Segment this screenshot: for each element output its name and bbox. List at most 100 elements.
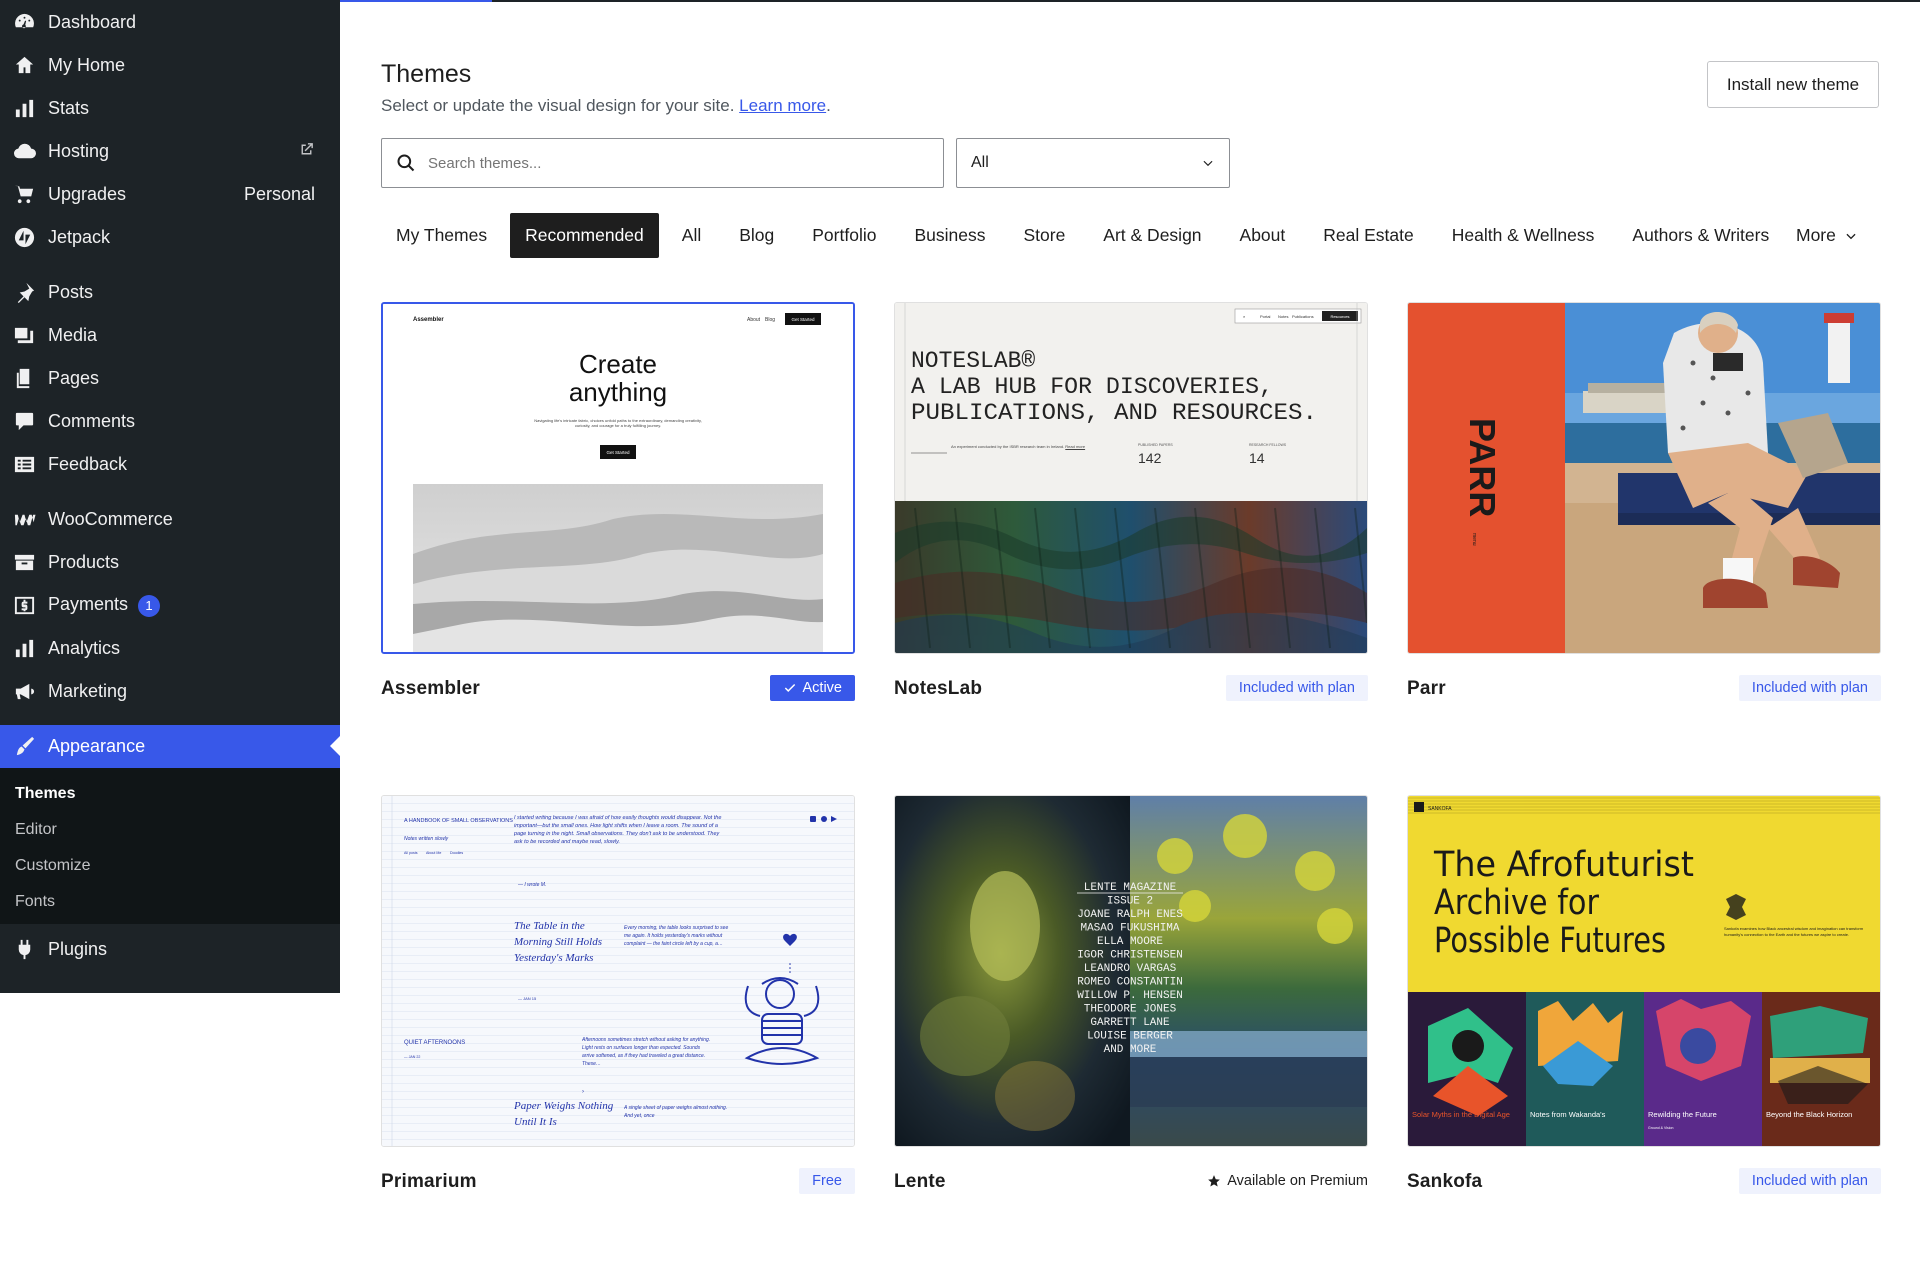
tab-authors-writers[interactable]: Authors & Writers bbox=[1617, 213, 1784, 258]
primarium-intro: I started writing because I was afraid o… bbox=[514, 815, 722, 845]
tab-art-design[interactable]: Art & Design bbox=[1088, 213, 1216, 258]
sidebar-item-hosting[interactable]: Hosting bbox=[0, 130, 340, 173]
submenu-item-editor[interactable]: Editor bbox=[0, 812, 340, 848]
primarium-section2-date: — JAN 22 bbox=[404, 1055, 420, 1059]
install-new-theme-button[interactable]: Install new theme bbox=[1707, 61, 1879, 108]
jetpack-icon bbox=[0, 216, 48, 259]
sidebar-item-feedback[interactable]: Feedback bbox=[0, 443, 340, 486]
feedback-icon bbox=[0, 443, 48, 486]
submenu-item-fonts[interactable]: Fonts bbox=[0, 884, 340, 920]
theme-name: Sankofa bbox=[1407, 1171, 1483, 1192]
tab-blog[interactable]: Blog bbox=[724, 213, 789, 258]
lente-line-3: JOANE RALPH ENES bbox=[1077, 909, 1183, 921]
primarium-post1-date: — JAN 15 bbox=[518, 996, 537, 1001]
tab-recommended[interactable]: Recommended bbox=[510, 213, 659, 258]
sidebar-item-label: Stats bbox=[48, 98, 90, 118]
sankofa-tile-3: Rewilding the Future bbox=[1648, 1110, 1717, 1119]
primarium-post3-excerpt: A single sheet of paper weighs almost no… bbox=[624, 1105, 728, 1119]
theme-preview-sankofa[interactable]: SANKOFA The Afrofuturist Archive for Pos… bbox=[1407, 795, 1881, 1147]
premium-badge: Available on Premium bbox=[1207, 1168, 1368, 1194]
tab-business[interactable]: Business bbox=[899, 213, 1000, 258]
noteslab-note-link: Read more bbox=[1065, 444, 1086, 449]
badge-label: Available on Premium bbox=[1227, 1173, 1368, 1189]
theme-filter-select[interactable]: All bbox=[956, 138, 1230, 188]
noteslab-stat1: 142 bbox=[1138, 450, 1162, 466]
sankofa-preview-art: SANKOFA The Afrofuturist Archive for Pos… bbox=[1408, 796, 1880, 1146]
category-tabs: My Themes Recommended All Blog Portfolio… bbox=[381, 213, 1792, 258]
sidebar-item-media[interactable]: Media bbox=[0, 314, 340, 357]
sidebar-item-label: Payments 1 bbox=[48, 594, 340, 617]
theme-preview-lente[interactable]: LENTE MAGAZINE ISSUE 2 JOANE RALPH ENES … bbox=[894, 795, 1368, 1147]
tab-all[interactable]: All bbox=[667, 213, 716, 258]
tab-more[interactable]: More bbox=[1796, 213, 1858, 258]
sidebar-item-appearance[interactable]: Appearance bbox=[0, 725, 340, 768]
sankofa-tile-1: Solar Myths in the Digital Age bbox=[1412, 1110, 1510, 1119]
noteslab-title-2: A LAB HUB FOR DISCOVERIES, bbox=[911, 374, 1273, 400]
sidebar-item-posts[interactable]: Posts bbox=[0, 271, 340, 314]
assembler-body: Navigating life's intricate fabric, choi… bbox=[534, 418, 702, 428]
comment-icon bbox=[0, 400, 48, 443]
sidebar-item-my-home[interactable]: My Home bbox=[0, 44, 340, 87]
tab-health-wellness[interactable]: Health & Wellness bbox=[1437, 213, 1610, 258]
media-icon bbox=[0, 314, 48, 357]
lente-line-7: LEANDRO VARGAS bbox=[1084, 963, 1177, 975]
sidebar-item-dashboard[interactable]: Dashboard bbox=[0, 1, 340, 44]
search-input[interactable] bbox=[428, 154, 908, 172]
assembler-nav-cta: Get Started bbox=[791, 317, 815, 322]
tab-my-themes[interactable]: My Themes bbox=[381, 213, 502, 258]
theme-name: Parr bbox=[1407, 678, 1446, 699]
parr-menu: menu bbox=[1471, 533, 1477, 546]
search-field[interactable] bbox=[381, 138, 944, 188]
submenu-item-customize[interactable]: Customize bbox=[0, 848, 340, 884]
sidebar-item-label: Hosting bbox=[48, 141, 110, 161]
tab-real-estate[interactable]: Real Estate bbox=[1308, 213, 1428, 258]
loading-progress bbox=[340, 0, 492, 2]
assembler-nav-about: About bbox=[747, 317, 761, 323]
sidebar-item-products[interactable]: Products bbox=[0, 541, 340, 584]
sidebar-item-marketing[interactable]: Marketing bbox=[0, 670, 340, 713]
learn-more-link[interactable]: Learn more bbox=[739, 96, 826, 115]
sidebar-item-comments[interactable]: Comments bbox=[0, 400, 340, 443]
plan-label: Personal bbox=[243, 184, 315, 204]
sidebar-item-jetpack[interactable]: Jetpack bbox=[0, 216, 340, 259]
sidebar-item-payments[interactable]: Payments 1 bbox=[0, 584, 340, 627]
tab-about[interactable]: About bbox=[1225, 213, 1301, 258]
free-badge: Free bbox=[799, 1168, 855, 1194]
paintbrush-icon bbox=[0, 725, 48, 768]
tab-portfolio[interactable]: Portfolio bbox=[797, 213, 891, 258]
theme-preview-noteslab[interactable]: ⌕ Portal Notes Publications Resources NO… bbox=[894, 302, 1368, 654]
theme-preview-assembler[interactable]: Assembler About Blog Get Started Create … bbox=[381, 302, 855, 654]
parr-logo: PARR bbox=[1462, 418, 1503, 517]
svg-text:⌕: ⌕ bbox=[1243, 314, 1245, 319]
plan-badge: Included with plan bbox=[1738, 1168, 1881, 1194]
primarium-nav-3: Doodles bbox=[450, 851, 463, 855]
sidebar-item-plugins[interactable]: Plugins bbox=[0, 928, 340, 971]
noteslab-nav-3: Publications bbox=[1292, 314, 1314, 319]
chevron-down-icon bbox=[1203, 160, 1213, 167]
lente-line-13: AND MORE bbox=[1104, 1044, 1157, 1056]
sankofa-headline-2: Archive for bbox=[1434, 883, 1600, 923]
sankofa-tile-meta: Ground & Vision bbox=[1648, 1126, 1673, 1130]
submenu-item-themes[interactable]: Themes bbox=[0, 776, 340, 812]
pin-icon bbox=[0, 271, 48, 314]
noteslab-title-1: NOTESLAB® bbox=[911, 348, 1035, 374]
tab-store[interactable]: Store bbox=[1008, 213, 1080, 258]
sidebar-item-pages[interactable]: Pages bbox=[0, 357, 340, 400]
assembler-headline-1: Create bbox=[579, 349, 657, 379]
sidebar-item-label: Plugins bbox=[48, 939, 108, 959]
dashboard-icon bbox=[0, 1, 48, 44]
theme-preview-primarium[interactable]: A HANDBOOK OF SMALL OBSERVATIONS Notes w… bbox=[381, 795, 855, 1147]
sidebar-item-stats[interactable]: Stats bbox=[0, 87, 340, 130]
noteslab-nav-1: Portal bbox=[1260, 314, 1271, 319]
sidebar-item-upgrades[interactable]: Upgrades Personal bbox=[0, 173, 340, 216]
primarium-post2-excerpt: Afternoons sometimes stretch without ask… bbox=[582, 1037, 711, 1067]
theme-preview-parr[interactable]: PARR menu bbox=[1407, 302, 1881, 654]
sidebar-item-woocommerce[interactable]: WooCommerce bbox=[0, 498, 340, 541]
sidebar-item-label: Posts bbox=[48, 282, 94, 302]
primarium-post1-title: The Table in the Morning Still Holds Yes… bbox=[514, 920, 603, 964]
primarium-preview-art: A HANDBOOK OF SMALL OBSERVATIONS Notes w… bbox=[382, 796, 854, 1146]
plan-badge: Included with plan bbox=[1225, 675, 1368, 701]
description-text: Select or update the visual design for y… bbox=[381, 96, 735, 115]
sidebar-item-analytics[interactable]: Analytics bbox=[0, 627, 340, 670]
dollar-icon bbox=[0, 584, 48, 627]
